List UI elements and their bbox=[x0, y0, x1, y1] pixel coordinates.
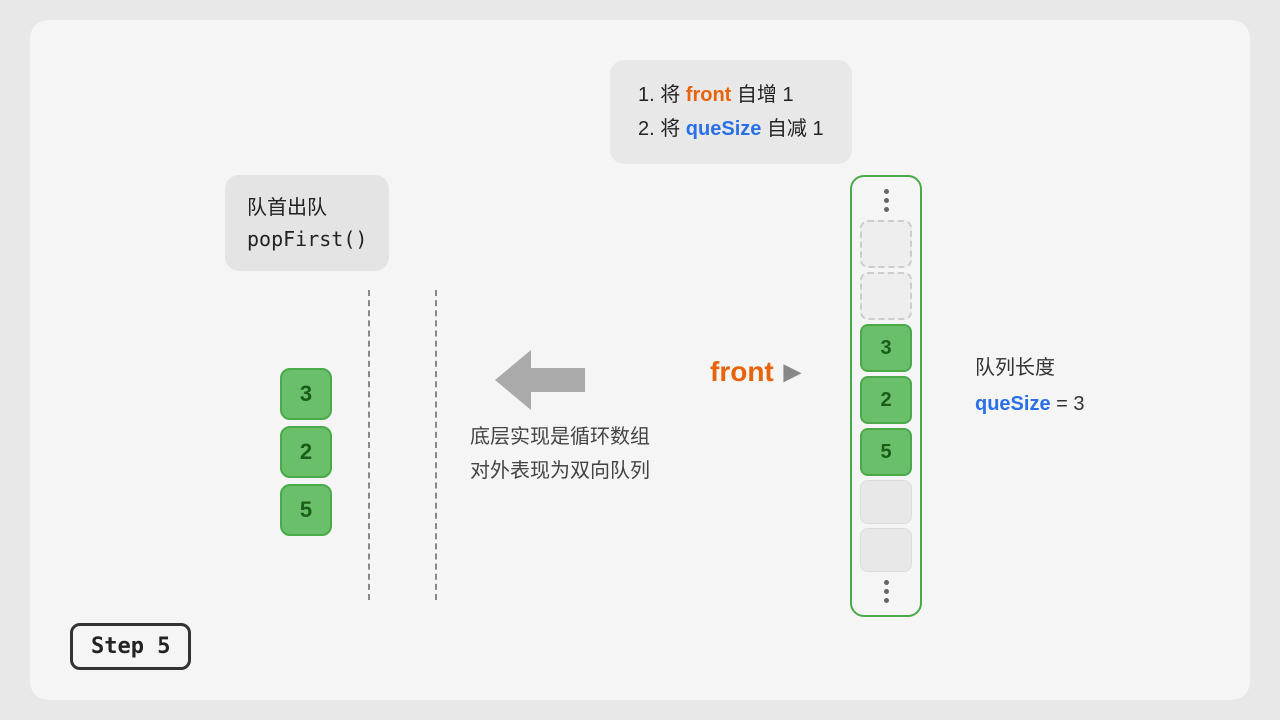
info-line1: 1. 将 front 自增 1 bbox=[638, 78, 824, 112]
r-cell-filled-0: 3 bbox=[860, 324, 912, 372]
v-line-right bbox=[435, 290, 437, 600]
slide: 1. 将 front 自增 1 2. 将 queSize 自减 1 队首出队 p… bbox=[30, 20, 1250, 700]
r-cell-empty-1 bbox=[860, 272, 912, 320]
r-cell-filled-2: 5 bbox=[860, 428, 912, 476]
step-badge: Step 5 bbox=[70, 623, 191, 670]
top-dots-icon bbox=[884, 185, 889, 216]
v-line-left bbox=[368, 290, 370, 600]
popfirst-line2: popFirst() bbox=[247, 223, 367, 255]
left-cell-1: 2 bbox=[280, 426, 332, 478]
bottom-dots-icon bbox=[884, 576, 889, 607]
left-cell-0: 3 bbox=[280, 368, 332, 420]
queue-size-line: queSize = 3 bbox=[975, 386, 1085, 422]
queue-label: 队列长度 bbox=[975, 350, 1085, 386]
left-arrow bbox=[495, 350, 585, 410]
info-line2: 2. 将 queSize 自减 1 bbox=[638, 112, 824, 146]
right-array-outer: 3 2 5 bbox=[850, 175, 922, 617]
r-cell-empty-0 bbox=[860, 220, 912, 268]
popfirst-line1: 队首出队 bbox=[247, 191, 367, 223]
left-cell-2: 5 bbox=[280, 484, 332, 536]
left-array: 3 2 5 bbox=[280, 368, 332, 536]
r-cell-light-1 bbox=[860, 528, 912, 572]
quesize-kw: queSize bbox=[975, 393, 1051, 415]
r-cell-filled-1: 2 bbox=[860, 376, 912, 424]
front-text: front bbox=[710, 356, 774, 388]
front-label: front ▶ bbox=[710, 356, 801, 388]
r-cell-light-0 bbox=[860, 480, 912, 524]
popfirst-box: 队首出队 popFirst() bbox=[225, 175, 389, 271]
front-arrow-icon: ▶ bbox=[784, 359, 801, 385]
right-array: 3 2 5 bbox=[850, 175, 922, 617]
queue-info: 队列长度 queSize = 3 bbox=[975, 350, 1085, 422]
quesize-eq: = 3 bbox=[1051, 393, 1085, 415]
desc-text: 底层实现是循环数组 对外表现为双向队列 bbox=[470, 420, 650, 488]
info-box: 1. 将 front 自增 1 2. 将 queSize 自减 1 bbox=[610, 60, 852, 164]
